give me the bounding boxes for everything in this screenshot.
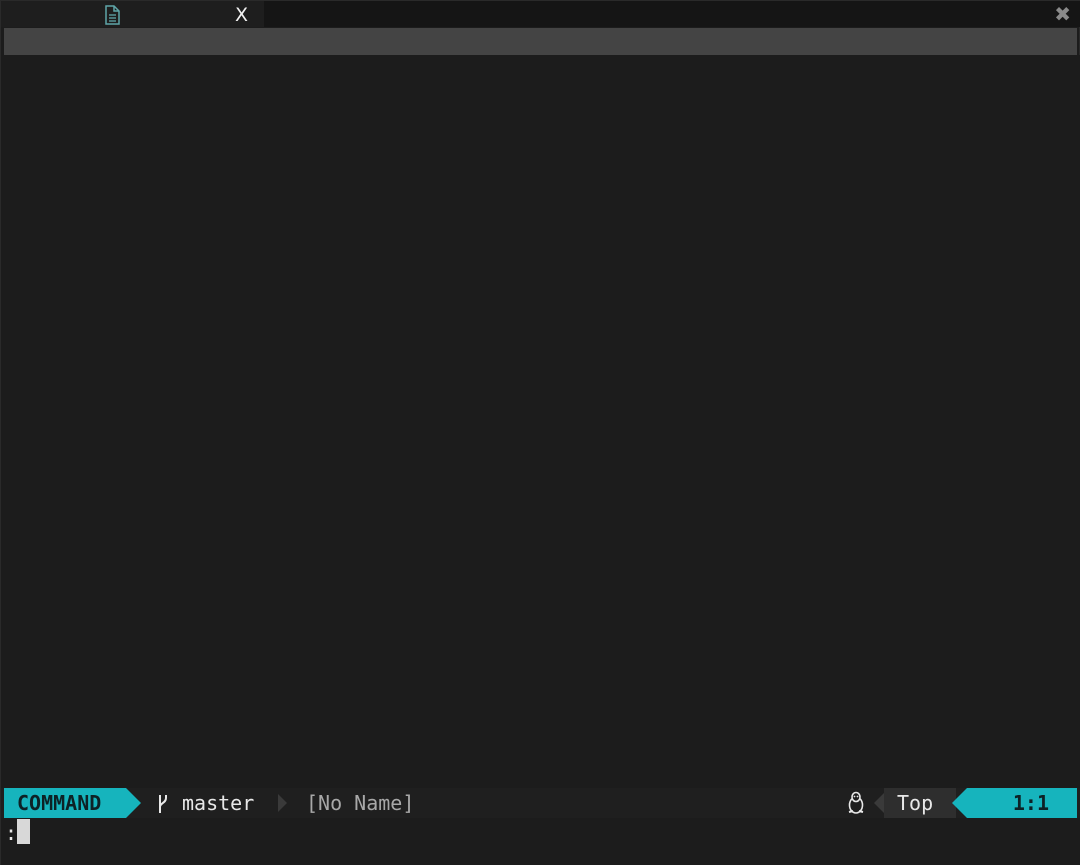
position-separator [874,793,884,813]
tabline: X ✖ [1,1,1080,27]
tab-no-name[interactable]: X [1,1,264,27]
line-col-separator [952,788,967,818]
statusline: COMMAND master [No Name] Top 1:1 [1,788,1080,818]
file-name: [No Name] [306,791,415,815]
git-branch-icon [159,795,167,813]
mode-indicator: COMMAND [4,788,126,818]
winbar [4,28,1077,55]
close-all-icon[interactable]: ✖ [1054,3,1071,25]
git-branch-label: master [182,791,255,815]
tab-close-button[interactable]: X [235,4,248,26]
editor-buffer[interactable] [1,55,1080,788]
file-icon [105,5,120,25]
nvim-window: X ✖ COMMAND master [No Name] Top 1:1 : [0,0,1080,865]
command-line[interactable]: : [1,818,1080,865]
linux-penguin-icon [848,791,864,814]
line-column-indicator: 1:1 [967,788,1077,818]
branch-separator [278,794,287,812]
mode-separator [126,788,141,818]
command-prompt: : [5,821,18,845]
text-cursor [17,819,30,844]
scroll-position: Top [884,788,956,818]
